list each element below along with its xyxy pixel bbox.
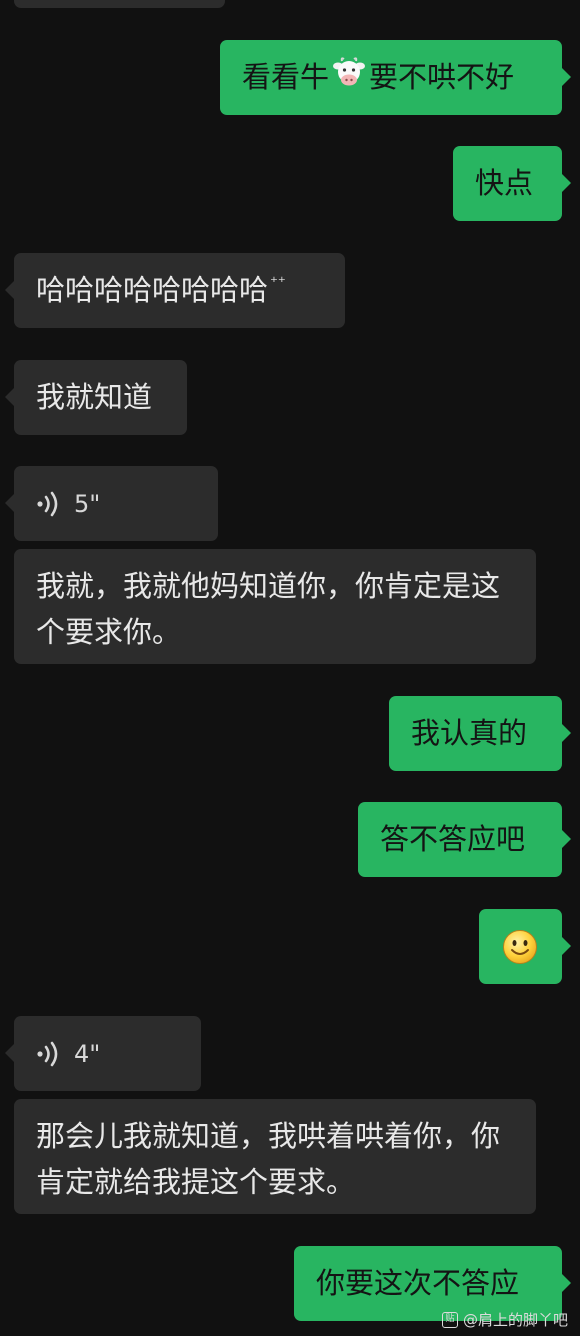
cow-face-icon	[332, 56, 366, 102]
message-text: 快点	[475, 166, 534, 200]
voice-transcription[interactable]: 我就，我就他妈知道你，你肯定是这个要求你。	[14, 549, 536, 664]
watermark-text: @肩上的脚丫吧	[462, 1311, 568, 1329]
message-text: 答不答应吧	[380, 822, 526, 856]
outgoing-message[interactable]: 我认真的	[389, 696, 571, 771]
outgoing-message[interactable]: 答不答应吧	[358, 802, 571, 877]
message-text: 你要这次不答应	[316, 1266, 520, 1300]
outgoing-message[interactable]: 快点	[453, 146, 571, 221]
voice-duration: 5"	[74, 489, 101, 518]
smiling-face-icon	[502, 929, 538, 978]
voice-wave-icon	[36, 1040, 60, 1068]
voice-transcription[interactable]: 那会儿我就知道，我哄着哄着你，你肯定就给我提这个要求。	[14, 1099, 536, 1214]
message-text: 我认真的	[411, 716, 528, 750]
outgoing-message[interactable]	[479, 909, 571, 984]
message-bubble-partial[interactable]	[14, 0, 225, 8]
laugh-marks-icon: ⁺⁺	[270, 273, 286, 291]
outgoing-message[interactable]: 看看牛 要不哄不好	[220, 40, 571, 115]
voice-duration: 4"	[74, 1039, 101, 1068]
message-text: 我就，我就他妈知道你，你肯定是这个要求你。	[36, 569, 501, 649]
message-text: 要不哄不好	[369, 60, 515, 94]
incoming-message[interactable]: 我就知道	[5, 360, 187, 435]
tieba-logo-icon: 贴	[441, 1311, 458, 1328]
watermark: 贴 @肩上的脚丫吧	[441, 1309, 568, 1330]
message-text: 看看牛	[242, 60, 330, 94]
voice-wave-icon	[36, 490, 60, 518]
incoming-message[interactable]: 哈哈哈哈哈哈哈哈 ⁺⁺	[5, 253, 345, 328]
voice-message[interactable]: 5"	[5, 466, 218, 541]
message-text: 那会儿我就知道，我哄着哄着你，你肯定就给我提这个要求。	[36, 1119, 501, 1199]
message-text: 我就知道	[36, 380, 153, 414]
message-text: 哈哈哈哈哈哈哈哈	[36, 273, 269, 307]
voice-message[interactable]: 4"	[5, 1016, 201, 1091]
